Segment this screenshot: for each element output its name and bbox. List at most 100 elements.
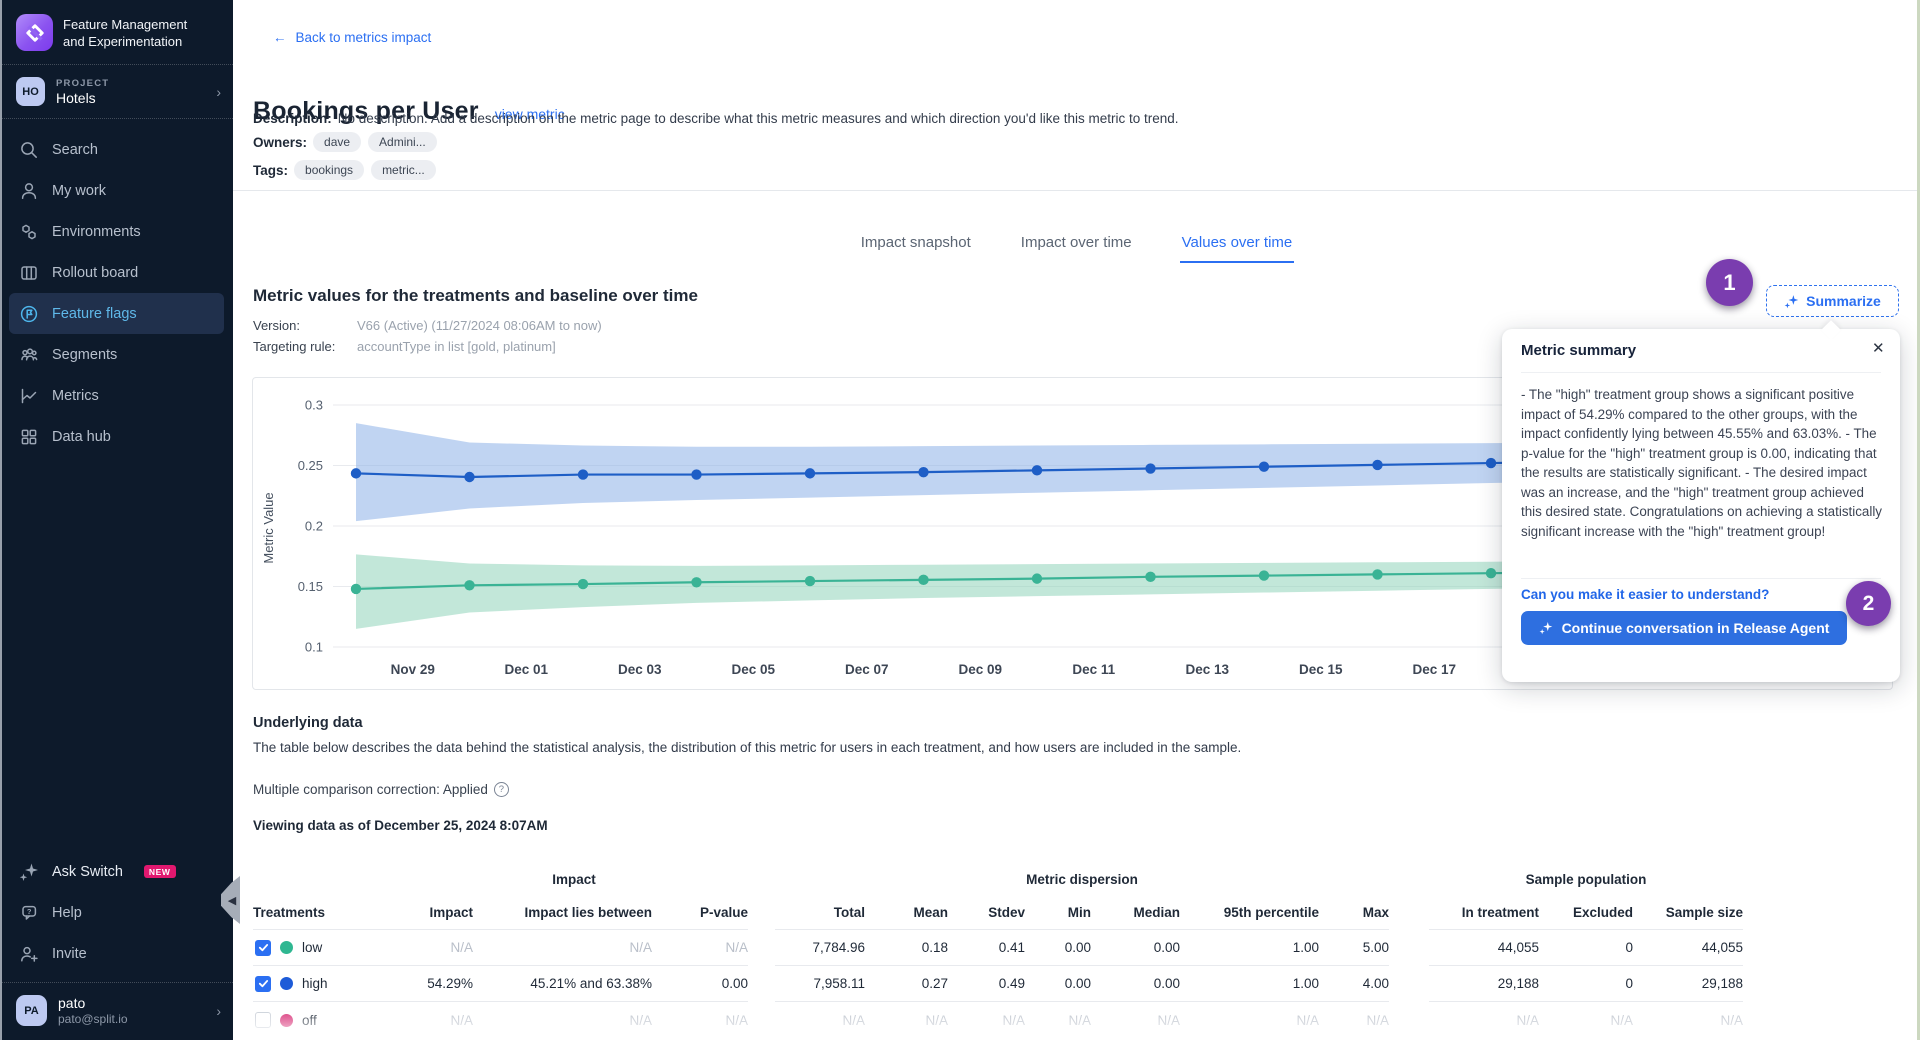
- owner-pill: Admini...: [368, 132, 437, 152]
- sidebar-item-metrics[interactable]: Metrics: [9, 375, 224, 416]
- treatment-name: off: [302, 1013, 317, 1028]
- table-cell: 0.00: [652, 966, 748, 1002]
- table-group-spacer: [1389, 872, 1429, 896]
- tab-bar: Impact snapshot Impact over time Values ov…: [233, 228, 1920, 263]
- svg-text:0.15: 0.15: [298, 579, 323, 594]
- sidebar-item-feature-flags[interactable]: Feature flags: [9, 293, 224, 334]
- comparison-correction: Multiple comparison correction: Applied …: [253, 782, 509, 797]
- column-header-total: Total: [775, 896, 865, 930]
- checkbox-low[interactable]: [255, 940, 271, 956]
- column-header-in-treatment: In treatment: [1429, 896, 1539, 930]
- user-email: pato@split.io: [58, 1012, 128, 1026]
- table-cell-spacer: [748, 1002, 775, 1038]
- sidebar-item-data-hub[interactable]: Data hub: [9, 416, 224, 457]
- table-cell: N/A: [775, 1002, 865, 1038]
- sidebar-item-label: Ask Switch: [52, 864, 123, 880]
- table-group-sample-population: Sample population: [1429, 872, 1743, 896]
- table-cell-spacer: [748, 966, 775, 1002]
- description-row: Description:No description. Add a descri…: [253, 111, 1179, 126]
- screen-left-edge: [0, 0, 2, 1040]
- sidebar-item-ask-switch[interactable]: Ask Switch NEW: [9, 851, 224, 892]
- sidebar-item-invite[interactable]: Invite: [9, 933, 224, 974]
- metric-summary-title: Metric summary: [1521, 342, 1636, 359]
- table-cell-spacer: [1389, 966, 1429, 1002]
- followup-link[interactable]: Can you make it easier to understand?: [1521, 587, 1769, 602]
- sidebar-item-help[interactable]: ?Help: [9, 892, 224, 933]
- sidebar-item-label: Data hub: [52, 429, 111, 445]
- user-name: pato: [58, 995, 128, 1011]
- tag-pill: metric...: [371, 160, 436, 180]
- table-cell: 29,188: [1633, 966, 1743, 1002]
- table-group-spacer: [253, 872, 400, 896]
- column-header-impact: Impact: [400, 896, 473, 930]
- column-header-excluded: Excluded: [1539, 896, 1633, 930]
- column-header-max: Max: [1319, 896, 1389, 930]
- tags-row: Tags:bookingsmetric...: [253, 160, 436, 180]
- table-cell: 1.00: [1180, 930, 1319, 966]
- table-header-spacer: [1389, 896, 1429, 930]
- treatment-color-dot: [280, 1014, 293, 1027]
- column-header-p-value: P-value: [652, 896, 748, 930]
- close-icon[interactable]: ✕: [1872, 339, 1885, 357]
- continue-conversation-button[interactable]: Continue conversation in Release Agent: [1521, 611, 1847, 645]
- sidebar-footer-nav: Ask Switch NEW ?HelpInvite: [0, 851, 233, 982]
- flag-circle-icon: [19, 304, 39, 324]
- new-badge: NEW: [144, 865, 176, 878]
- annotation-step-2: 2: [1846, 581, 1891, 626]
- sidebar-item-rollout-board[interactable]: Rollout board: [9, 252, 224, 293]
- column-header-95th-percentile: 95th percentile: [1180, 896, 1319, 930]
- column-header-mean: Mean: [865, 896, 948, 930]
- table-cell: N/A: [652, 1002, 748, 1038]
- sidebar-item-label: Feature flags: [52, 306, 137, 322]
- table-cell: N/A: [473, 930, 652, 966]
- sidebar-item-label: My work: [52, 183, 106, 199]
- table-cell: N/A: [865, 1002, 948, 1038]
- tab-impact-snapshot[interactable]: Impact snapshot: [859, 228, 973, 263]
- user-icon: [19, 181, 39, 201]
- targeting-rule-value: accountType in list [gold, platinum]: [357, 339, 556, 354]
- owner-pill: dave: [313, 132, 361, 152]
- info-icon[interactable]: ?: [494, 782, 509, 797]
- search-icon: [19, 140, 39, 160]
- table-cell: 29,188: [1429, 966, 1539, 1002]
- column-header-impact-lies-between: Impact lies between: [473, 896, 652, 930]
- table-group-spacer: [748, 872, 775, 896]
- sidebar-item-my-work[interactable]: My work: [9, 170, 224, 211]
- svg-text:0.2: 0.2: [305, 519, 323, 534]
- tab-values-over-time[interactable]: Values over time: [1180, 228, 1295, 263]
- hexagons-icon: [19, 222, 39, 242]
- project-switcher[interactable]: HO PROJECT Hotels ›: [0, 65, 233, 118]
- svg-text:Dec 11: Dec 11: [1072, 662, 1115, 677]
- section-title: Metric values for the treatments and bas…: [253, 286, 698, 306]
- svg-text:Dec 01: Dec 01: [504, 662, 548, 677]
- checkbox-high[interactable]: [255, 976, 271, 992]
- sidebar-item-environments[interactable]: Environments: [9, 211, 224, 252]
- treatment-row-high: high: [253, 966, 400, 1002]
- sidebar-item-label: Metrics: [52, 388, 99, 404]
- sidebar-item-search[interactable]: Search: [9, 129, 224, 170]
- checkbox-off[interactable]: [255, 1012, 271, 1028]
- targeting-rule-label: Targeting rule:: [253, 339, 335, 354]
- chevron-right-icon: ›: [216, 1003, 221, 1019]
- sidebar-item-segments[interactable]: Segments: [9, 334, 224, 375]
- sidebar-item-label: Search: [52, 142, 98, 158]
- tag-pill: bookings: [294, 160, 364, 180]
- project-badge: HO: [16, 77, 45, 106]
- annotation-step-1: 1: [1706, 259, 1753, 306]
- table-cell: 0.18: [865, 930, 948, 966]
- table-cell: N/A: [1539, 1002, 1633, 1038]
- table-cell: 0.00: [1091, 966, 1180, 1002]
- table-cell: N/A: [1633, 1002, 1743, 1038]
- svg-text:?: ?: [27, 907, 32, 916]
- tab-impact-over-time[interactable]: Impact over time: [1019, 228, 1134, 263]
- user-profile[interactable]: PA pato pato@split.io ›: [0, 983, 233, 1040]
- table-cell: 45.21% and 63.38%: [473, 966, 652, 1002]
- back-link[interactable]: ← Back to metrics impact: [273, 30, 431, 45]
- treatment-name: high: [302, 976, 328, 991]
- table-group-impact: Impact: [400, 872, 748, 896]
- summarize-button[interactable]: Summarize: [1766, 285, 1899, 317]
- svg-text:0.25: 0.25: [298, 458, 323, 473]
- svg-text:Metric Value: Metric Value: [261, 492, 276, 563]
- table-cell: N/A: [1180, 1002, 1319, 1038]
- table-cell: N/A: [473, 1002, 652, 1038]
